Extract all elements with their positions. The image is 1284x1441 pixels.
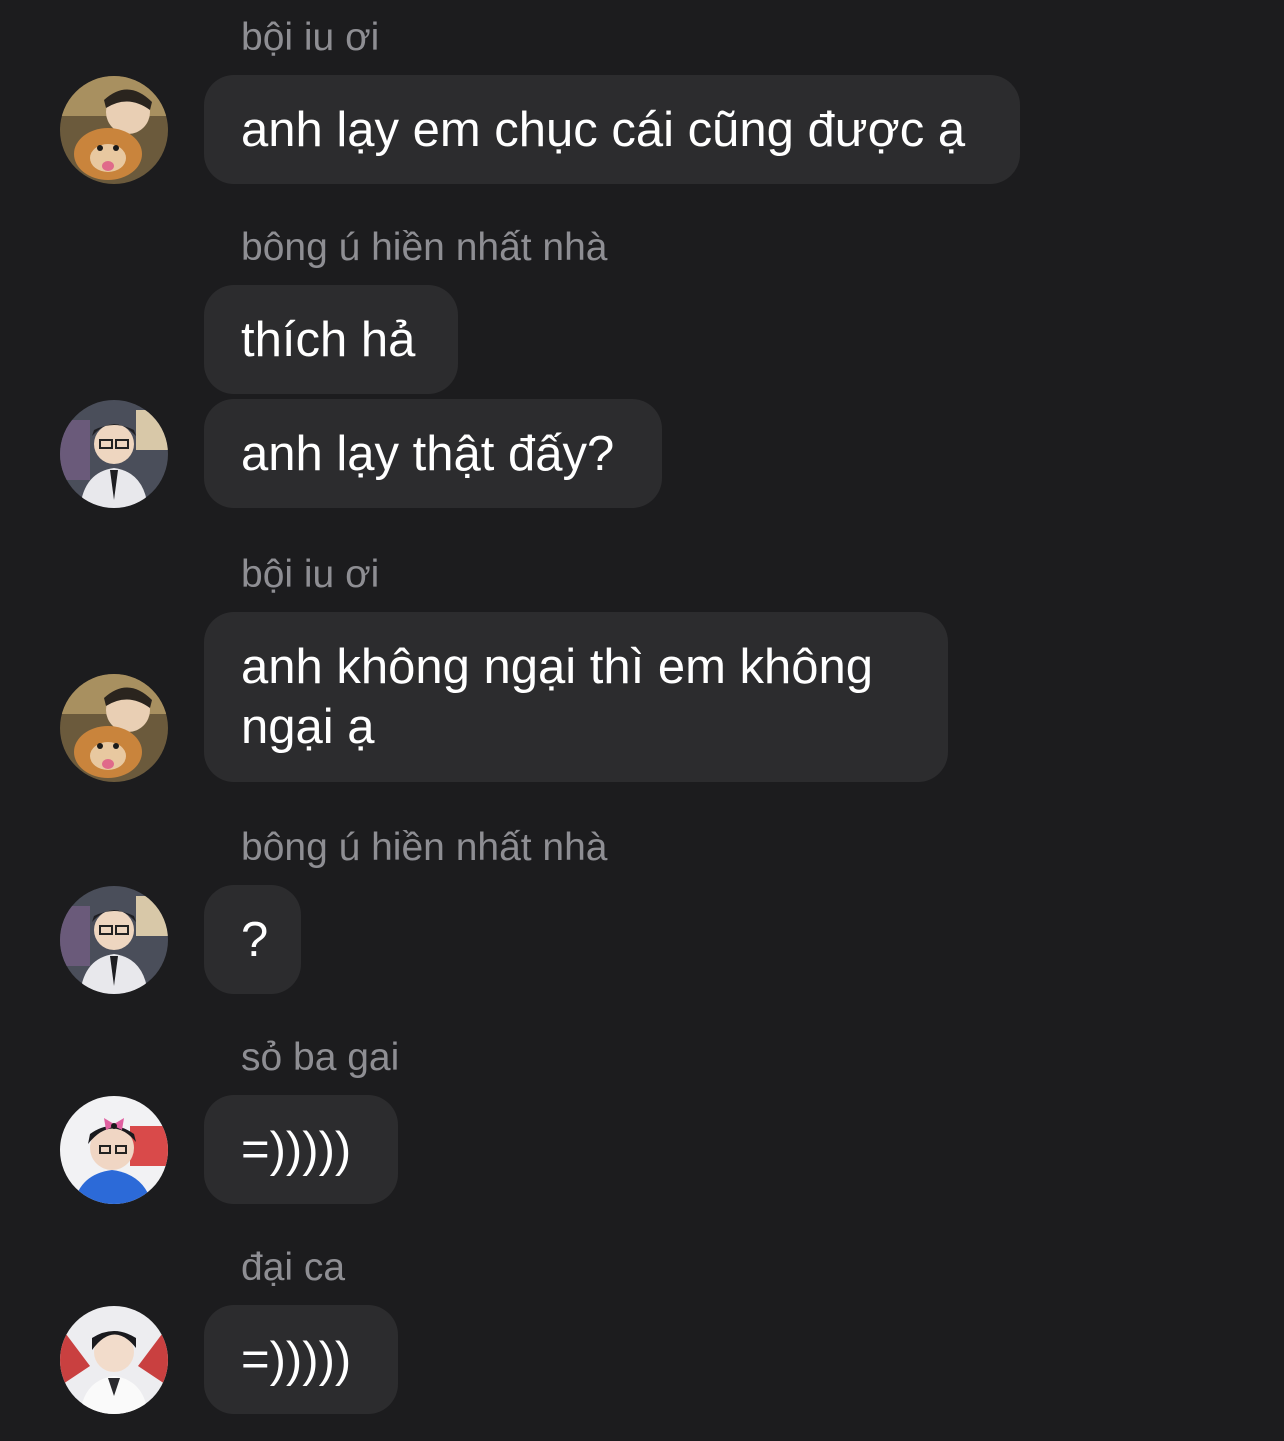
avatar[interactable] [60, 1096, 168, 1204]
avatar-user-glasses-icon [60, 886, 168, 994]
sender-name: bội iu ơi [241, 553, 380, 596]
avatar[interactable] [60, 674, 168, 782]
message-bubble[interactable]: anh không ngại thì em không ngại ạ [204, 612, 948, 782]
avatar[interactable] [60, 886, 168, 994]
message-bubble[interactable]: anh lạy em chục cái cũng được ạ [204, 75, 1020, 184]
avatar[interactable] [60, 400, 168, 508]
avatar[interactable] [60, 1306, 168, 1414]
message-text: =))))) [241, 1122, 352, 1177]
avatar-user-with-dog-icon [60, 674, 168, 782]
avatar[interactable] [60, 76, 168, 184]
message-text: anh không ngại thì em không ngại ạ [241, 640, 874, 754]
message-bubble[interactable]: =))))) [204, 1095, 398, 1204]
message-text: thích hả [241, 312, 416, 367]
sender-name: bông ú hiền nhất nhà [241, 826, 608, 869]
message-bubble[interactable]: =))))) [204, 1305, 398, 1414]
message-text: =))))) [241, 1332, 352, 1387]
message-bubble[interactable]: ? [204, 885, 301, 994]
message-text: ? [241, 912, 269, 967]
avatar-user-glasses-icon [60, 400, 168, 508]
sender-name: bông ú hiền nhất nhà [241, 226, 608, 269]
message-text: anh lạy em chục cái cũng được ạ [241, 102, 966, 157]
sender-name: sỏ ba gai [241, 1036, 400, 1079]
avatar-user-white-icon [60, 1306, 168, 1414]
avatar-user-with-dog-icon [60, 76, 168, 184]
sender-name: đại ca [241, 1246, 346, 1289]
avatar-user-bow-icon [60, 1096, 168, 1204]
message-bubble[interactable]: anh lạy thật đấy? [204, 399, 662, 508]
sender-name: bội iu ơi [241, 16, 380, 59]
message-text: anh lạy thật đấy? [241, 426, 615, 481]
message-bubble[interactable]: thích hả [204, 285, 458, 394]
